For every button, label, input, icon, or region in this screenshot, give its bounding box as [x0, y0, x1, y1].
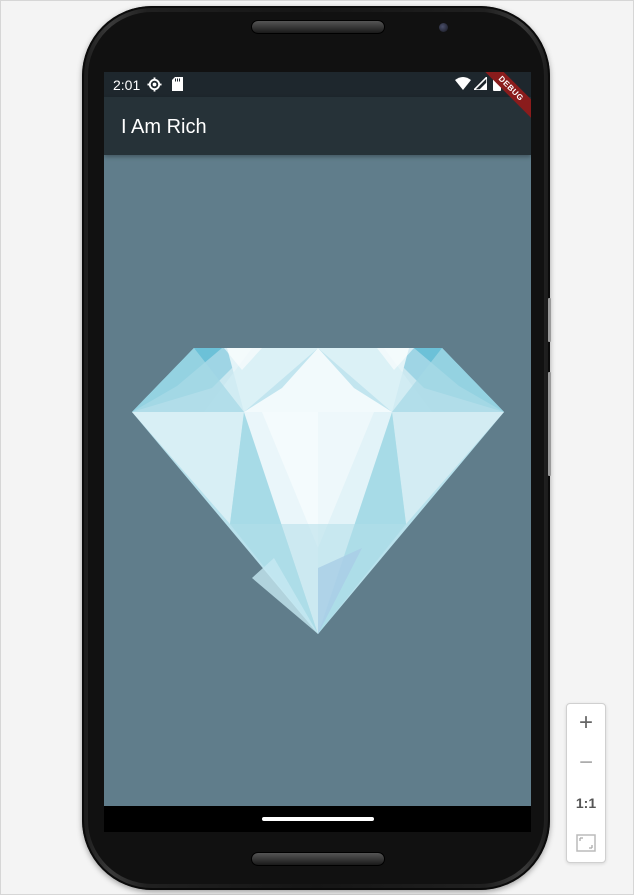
cell-signal-icon	[472, 75, 488, 93]
app-screen: 2:01 I Am Rich DEBUG	[104, 72, 531, 832]
zoom-out-button[interactable]: −	[567, 744, 605, 782]
volume-button[interactable]	[548, 298, 551, 342]
navigation-bar	[104, 806, 531, 832]
status-time: 2:01	[113, 77, 141, 93]
zoom-controls: + − 1:1	[566, 703, 606, 863]
app-bar: I Am Rich	[104, 97, 531, 155]
zoom-in-button[interactable]: +	[567, 704, 605, 742]
sd-card-icon	[172, 77, 183, 94]
fit-screen-icon	[576, 834, 596, 852]
front-camera	[439, 23, 448, 32]
bottom-speaker	[251, 852, 385, 866]
zoom-reset-button[interactable]: 1:1	[567, 784, 605, 822]
power-button[interactable]	[548, 372, 551, 476]
top-speaker	[251, 20, 385, 34]
app-title: I Am Rich	[121, 116, 207, 138]
home-gesture-bar[interactable]	[262, 817, 374, 821]
wifi-icon	[455, 77, 471, 93]
status-bar: 2:01	[104, 72, 531, 97]
fit-screen-button[interactable]	[567, 824, 605, 862]
diamond-image	[132, 348, 504, 634]
settings-gear-icon	[147, 77, 162, 95]
